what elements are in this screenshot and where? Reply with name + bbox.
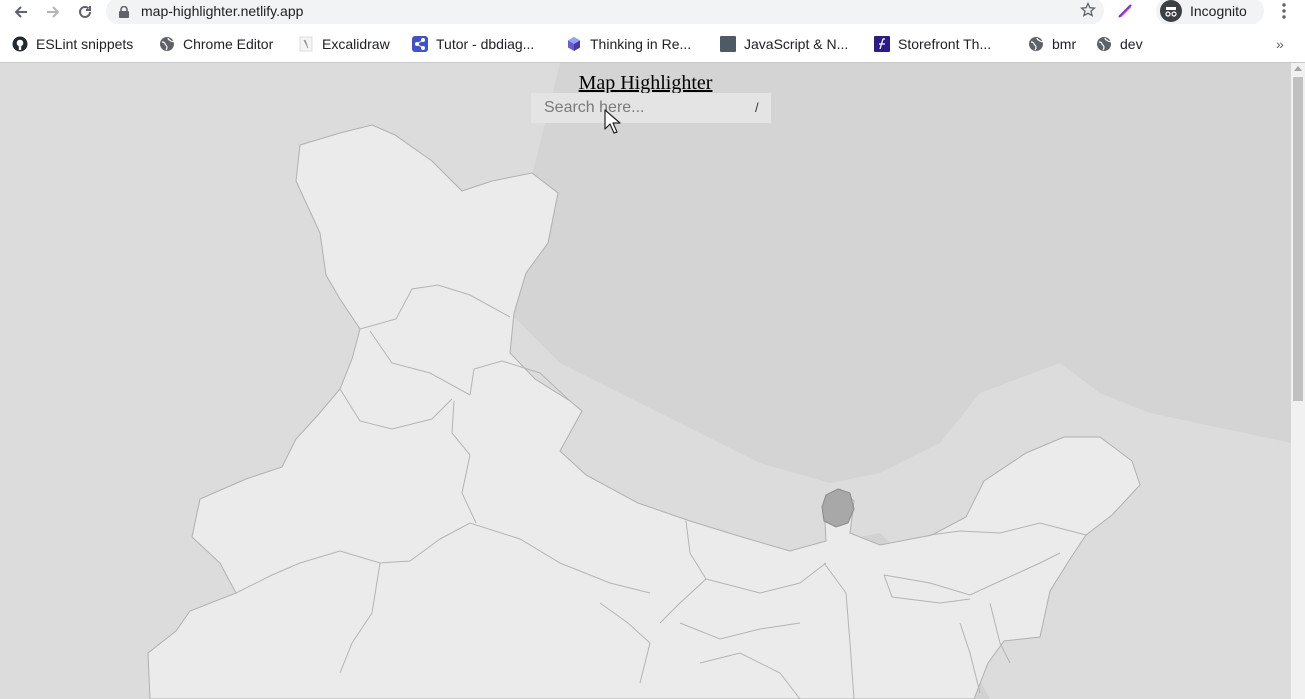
bookmark-storefront[interactable]: Storefront Th... [874,35,991,53]
dbdiagram-icon [412,36,428,52]
india-map [147,63,1291,699]
browser-toolbar: map-highlighter.netlify.app Incognito [0,0,1305,26]
url-text[interactable]: map-highlighter.netlify.app [141,3,303,19]
reload-icon[interactable] [74,1,96,23]
bookmark-label: ESLint snippets [36,36,134,52]
incognito-profile[interactable]: Incognito [1156,0,1264,25]
bookmark-label: bmr [1052,36,1077,52]
back-icon[interactable] [10,1,32,23]
bookmark-excalidraw[interactable]: Excalidraw [298,35,390,53]
bookmark-javascript[interactable]: JavaScript & N... [720,35,848,53]
bookmark-label: Chrome Editor [183,36,274,52]
excalidraw-icon [298,36,314,52]
search-shortcut-hint: / [755,100,759,115]
storefront-icon [874,36,890,52]
bookmark-label: Excalidraw [322,36,390,52]
page-scrollbar[interactable] [1291,63,1305,699]
page-content: Map Highlighter / [0,63,1291,699]
bookmark-label: dev [1120,36,1143,52]
highlighted-state-sikkim[interactable] [821,488,855,528]
mouse-cursor-icon [604,109,621,134]
incognito-label: Incognito [1190,3,1247,19]
globe-icon [1096,36,1112,52]
react-cube-icon [566,36,582,52]
bookmark-label: JavaScript & N... [744,36,849,52]
bookmark-label: Thinking in Re... [590,36,692,52]
extension-icon[interactable] [1116,2,1134,25]
bookmarks-bar: ESLint snippets Chrome Editor Excalidraw… [0,24,1305,63]
bookmarks-overflow-button[interactable]: » [1276,36,1284,52]
bookmark-label: Storefront Th... [898,36,992,52]
bookmark-chrome-editor[interactable]: Chrome Editor [159,35,273,53]
incognito-icon [1160,0,1182,22]
forward-icon[interactable] [42,1,64,23]
menu-icon[interactable] [1276,1,1292,26]
square-icon [720,36,736,52]
search-input[interactable] [531,93,741,123]
bookmark-label: Tutor - dbdiag... [436,36,535,52]
address-bar[interactable]: map-highlighter.netlify.app [106,0,1104,25]
globe-icon [1028,36,1044,52]
bookmark-dbdiagram[interactable]: Tutor - dbdiag... [412,35,534,53]
scroll-up-icon[interactable] [1294,66,1302,71]
globe-icon [159,36,175,52]
page-title[interactable]: Map Highlighter [0,72,1291,95]
github-icon [12,36,28,52]
bookmark-eslint-snippets[interactable]: ESLint snippets [12,35,133,53]
bookmark-dev[interactable]: dev [1096,35,1143,53]
bookmark-thinking-in-react[interactable]: Thinking in Re... [566,35,691,53]
bookmark-bmr[interactable]: bmr [1028,35,1076,53]
lock-icon [119,5,129,23]
search-box[interactable]: / [531,93,771,123]
scrollbar-thumb[interactable] [1293,77,1303,401]
star-icon[interactable] [1079,1,1097,23]
